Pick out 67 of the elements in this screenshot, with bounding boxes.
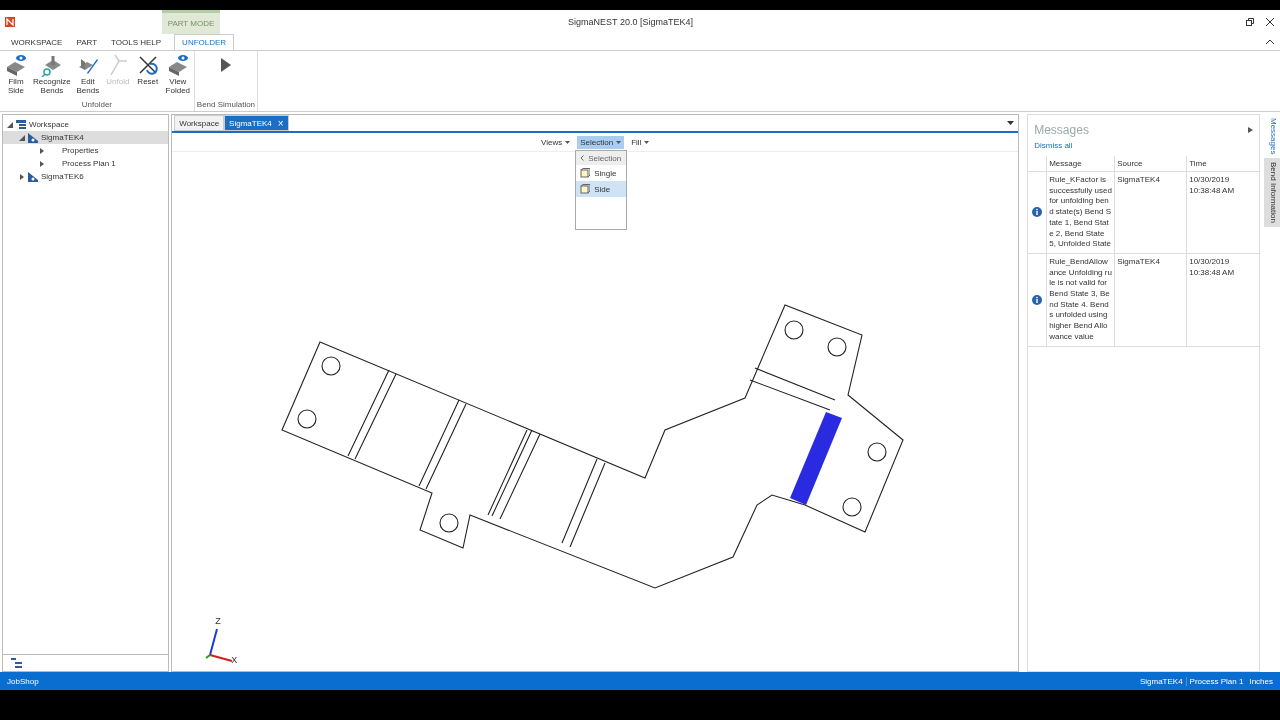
document-tab[interactable]: Workspace <box>174 115 225 131</box>
caret-icon <box>616 140 622 144</box>
collapse-ribbon-icon[interactable] <box>1266 38 1274 46</box>
expand-icon[interactable] <box>1248 127 1254 133</box>
tree-view-icon[interactable] <box>11 658 22 668</box>
ribbon-button[interactable]: Film Side <box>2 51 30 100</box>
cube-icon <box>580 168 591 178</box>
status-text: JobShop <box>6 676 40 686</box>
status-text: SigmaTEK4 <box>1138 676 1184 686</box>
dropdown-icon[interactable] <box>1007 121 1015 125</box>
workspace-icon <box>16 119 26 130</box>
menu-back-item[interactable]: Selection <box>576 151 627 165</box>
ribbon-tab[interactable]: UNFOLDER <box>174 34 235 50</box>
column-header: Message <box>1046 156 1115 172</box>
part-eye-icon <box>5 53 27 77</box>
table-cell: SigmaTEK4 <box>1114 172 1187 254</box>
ribbon-tab[interactable]: PART <box>69 34 105 50</box>
table-cell: Rule_BendAllowance Unfolding rule is not valid for Bend State 3, Bend State 4. Bends unfolded using higher Bend Allowance value <box>1046 253 1115 347</box>
cube-icon <box>580 184 591 194</box>
view-menu[interactable]: Selection <box>577 135 625 149</box>
ribbon-tab[interactable]: TOOLS HELP <box>104 34 169 50</box>
menu-item[interactable]: Side <box>576 181 627 197</box>
tree-item[interactable]: SigmaTEK4 <box>3 131 169 144</box>
info-icon <box>1032 294 1043 305</box>
table-cell: SigmaTEK4 <box>1114 253 1187 347</box>
table-cell: 10/30/2019 10:38:48 AM <box>1186 253 1260 347</box>
axis-label: X <box>231 655 238 665</box>
close-icon[interactable] <box>1266 18 1274 26</box>
status-text: Inches <box>1248 676 1274 686</box>
messages-title: Messages <box>1034 123 1090 137</box>
group-label: Bend Simulation <box>196 100 256 111</box>
side-tab[interactable]: Bend Information <box>1264 158 1280 228</box>
part-magnifier-icon <box>40 53 63 77</box>
window-title: SigmaNEST 20.0 [SigmaTEK4] <box>568 17 693 27</box>
app-logo-icon <box>5 17 15 27</box>
info-icon <box>1032 207 1043 218</box>
back-chevron-icon <box>580 155 585 161</box>
part-icon <box>28 132 38 143</box>
caret-icon <box>644 140 650 144</box>
part-icon <box>28 171 38 182</box>
view-menu[interactable]: Views <box>538 135 574 149</box>
expand-icon[interactable] <box>19 173 25 180</box>
table-cell: 10/30/2019 10:38:48 AM <box>1186 172 1260 254</box>
menu-item[interactable]: Single <box>576 165 627 181</box>
column-header: Time <box>1186 156 1260 172</box>
mode-label: PART MODE <box>162 10 220 34</box>
column-header: Source <box>1114 156 1187 172</box>
ribbon-button[interactable]: Reset <box>133 51 162 100</box>
dismiss-all-link[interactable]: Dismiss all <box>1028 139 1079 156</box>
part-eye-icon <box>166 53 189 77</box>
axis-label: Z <box>215 616 221 626</box>
view-menu[interactable]: Fill <box>628 135 653 149</box>
tree-item[interactable]: Workspace <box>3 118 169 131</box>
tree-item[interactable]: SigmaTEK6 <box>3 170 169 183</box>
ribbon-tab[interactable]: WORKSPACE <box>4 34 70 50</box>
document-tab[interactable]: SigmaTEK4 × <box>224 115 289 131</box>
tree-item[interactable]: Properties <box>3 144 169 157</box>
caret-icon <box>565 140 571 144</box>
table-cell: Rule_KFactor is successfully used for unfolding bend state(s) Bend State 1, Bend State 2, Bend State 5, Unfolded State <box>1046 172 1115 254</box>
restore-icon[interactable] <box>1246 18 1254 26</box>
status-text: Process Plan 1 <box>1185 676 1247 686</box>
ribbon-button[interactable]: View Folded <box>163 51 192 100</box>
tree-item[interactable]: Process Plan 1 <box>3 157 169 170</box>
reset-icon <box>136 53 159 77</box>
ribbon-button[interactable]: Recognize Bends <box>32 51 72 100</box>
ribbon-button[interactable]: Edit Bends <box>73 51 102 100</box>
group-label: Unfolder <box>80 100 114 111</box>
